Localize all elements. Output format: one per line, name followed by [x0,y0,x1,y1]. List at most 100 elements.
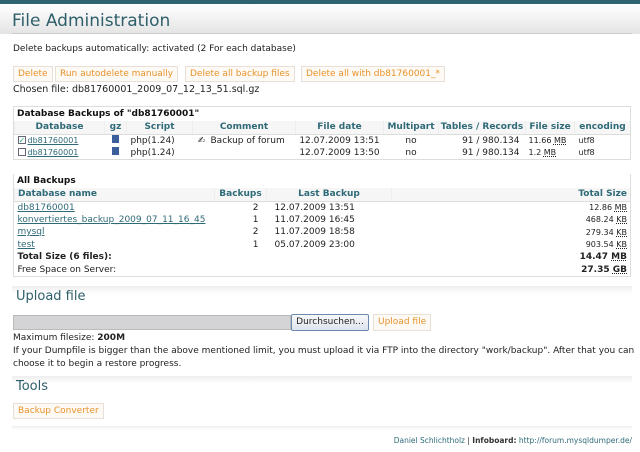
database-link[interactable]: db81760001 [28,136,79,145]
col-last-backup: Last Backup [266,188,392,202]
database-link[interactable]: db81760001 [28,148,79,157]
database-link[interactable]: db81760001 [18,203,75,213]
table-row: ✓ db81760001 php(1.24) ✍ Backup of forum … [15,134,631,147]
size-unit: MB [543,148,557,158]
footer-label: Infoboard: [472,436,517,445]
row-checkbox[interactable]: ✓ [17,136,26,145]
col-backups: Backups [214,188,267,202]
db-backups-table: Database gz Script Comment File date Mul… [14,121,630,159]
all-backups-title: All Backups [17,176,76,186]
total-size: 468.24 [585,215,614,225]
col-comment: Comment [192,121,296,135]
db-backups-title: Database Backups of "db81760001" [17,109,200,119]
backup-converter-button[interactable]: Backup Converter [13,403,104,419]
page-title: File Administration [12,11,171,31]
size-unit: KB [616,227,627,237]
edit-comment-icon[interactable]: ✍ [193,134,211,147]
database-link[interactable]: konvertiertes_backup_2009_07_11_16_45 [18,215,206,225]
total-size: 903.54 [585,240,614,250]
col-database-name: Database name [14,188,215,202]
table-row: db81760001 php(1.24) 12.07.2009 13:50 no… [15,147,631,160]
delete-button[interactable]: Delete [13,66,53,82]
col-gz: gz [104,121,127,135]
script: php(1.24) [130,135,175,146]
size-unit: KB [616,240,627,250]
comment [211,147,296,160]
encoding: utf8 [578,148,595,158]
last-backup: 11.07.2009 18:58 [274,227,355,238]
script: php(1.24) [130,147,175,158]
page-header: File Administration [0,4,640,34]
last-backup: 12.07.2009 13:51 [274,202,355,213]
multipart: no [405,147,417,158]
file-date: 12.07.2009 13:50 [299,147,380,158]
backup-count: 1 [252,214,259,225]
run-autodelete-button[interactable]: Run autodelete manually [55,66,179,82]
upload-heading: Upload file [16,289,86,304]
divider [12,33,632,34]
section-divider [12,376,632,384]
size-unit: MB [611,252,627,263]
last-backup: 11.07.2009 16:45 [274,214,355,225]
file-path-input[interactable] [13,315,291,330]
total-size: 12.86 [589,203,613,212]
backup-count: 2 [252,202,259,213]
backup-count: 1 [252,239,259,250]
all-backups-table: Database name Backups Last Backup Total … [14,188,630,276]
table-row: mysql 2 11.07.2009 18:58 279.34 KB [15,226,631,239]
max-filesize-value: 200M [97,333,126,343]
size-unit: MB [553,136,567,145]
footer-author: Daniel Schlichtholz [393,436,465,445]
col-encoding: encoding [574,121,630,135]
database-link[interactable]: test [18,240,35,250]
table-row: konvertiertes_backup_2009_07_11_16_45 1 11… [15,214,631,227]
multipart: no [405,135,417,146]
table-row: test 1 05.07.2009 23:00 903.54 KB [15,239,631,252]
size-unit: GB [612,264,627,275]
backup-count: 2 [252,227,259,238]
database-link[interactable]: mysql [18,227,45,237]
section-divider [12,426,632,430]
last-backup: 05.07.2009 23:00 [274,239,355,250]
tools-heading: Tools [16,379,49,394]
col-database[interactable]: Database [14,121,105,135]
size-unit: MB [614,203,627,212]
delete-all-with-button[interactable]: Delete all with db81760001_* [301,66,445,82]
file-size: 11.66 [528,136,552,145]
upload-file-button[interactable]: Upload file [373,314,432,331]
free-space-value: 27.35 [581,264,610,275]
delete-all-button[interactable]: Delete all backup files [185,66,295,82]
chosen-file: Chosen file: db81760001_2009_07_12_13_51… [13,84,260,95]
file-date: 12.07.2009 13:51 [299,135,380,146]
size-unit: KB [616,215,627,225]
col-total-size: Total Size [391,188,630,202]
free-space-label: Free Space on Server: [17,264,117,275]
total-size-value: 14.47 [579,252,609,263]
table-row: db81760001 2 12.07.2009 13:51 12.86 MB [15,201,631,214]
col-tables-records: Tables / Records [438,121,526,135]
gz-icon [112,135,119,143]
col-script: Script [126,121,193,135]
autodelete-status: Delete backups automatically: activated … [13,44,296,54]
table-header: Database gz Script Comment File date Mul… [14,121,630,135]
max-filesize-label: Maximum filesize: [13,333,95,343]
browse-button[interactable]: Durchsuchen... [291,314,369,331]
tables-records: 91 / 980.134 [462,135,520,146]
col-file-date: File date [295,121,384,135]
footer: Daniel Schlichtholz | Infoboard: http://… [394,436,632,445]
tables-records: 91 / 980.134 [462,147,520,158]
col-multipart: Multipart [383,121,439,135]
comment: Backup of forum [210,135,285,146]
footer-link[interactable]: http://forum.mysqldumper.de/ [519,436,632,445]
total-size: 279.34 [585,227,614,237]
gz-icon [112,147,119,156]
section-divider [12,286,632,294]
encoding: utf8 [578,136,595,145]
row-checkbox[interactable] [17,148,26,157]
total-size-label: Total Size (6 files): [17,252,112,263]
db-backups-panel: Database Backups of "db81760001" Databas… [13,106,631,160]
col-file-size: File size [525,121,575,135]
upload-note: If your Dumpfile is bigger than the abov… [13,346,635,369]
file-size: 1.2 [528,148,542,158]
all-backups-panel: All Backups Database name Backups Last B… [13,174,631,277]
